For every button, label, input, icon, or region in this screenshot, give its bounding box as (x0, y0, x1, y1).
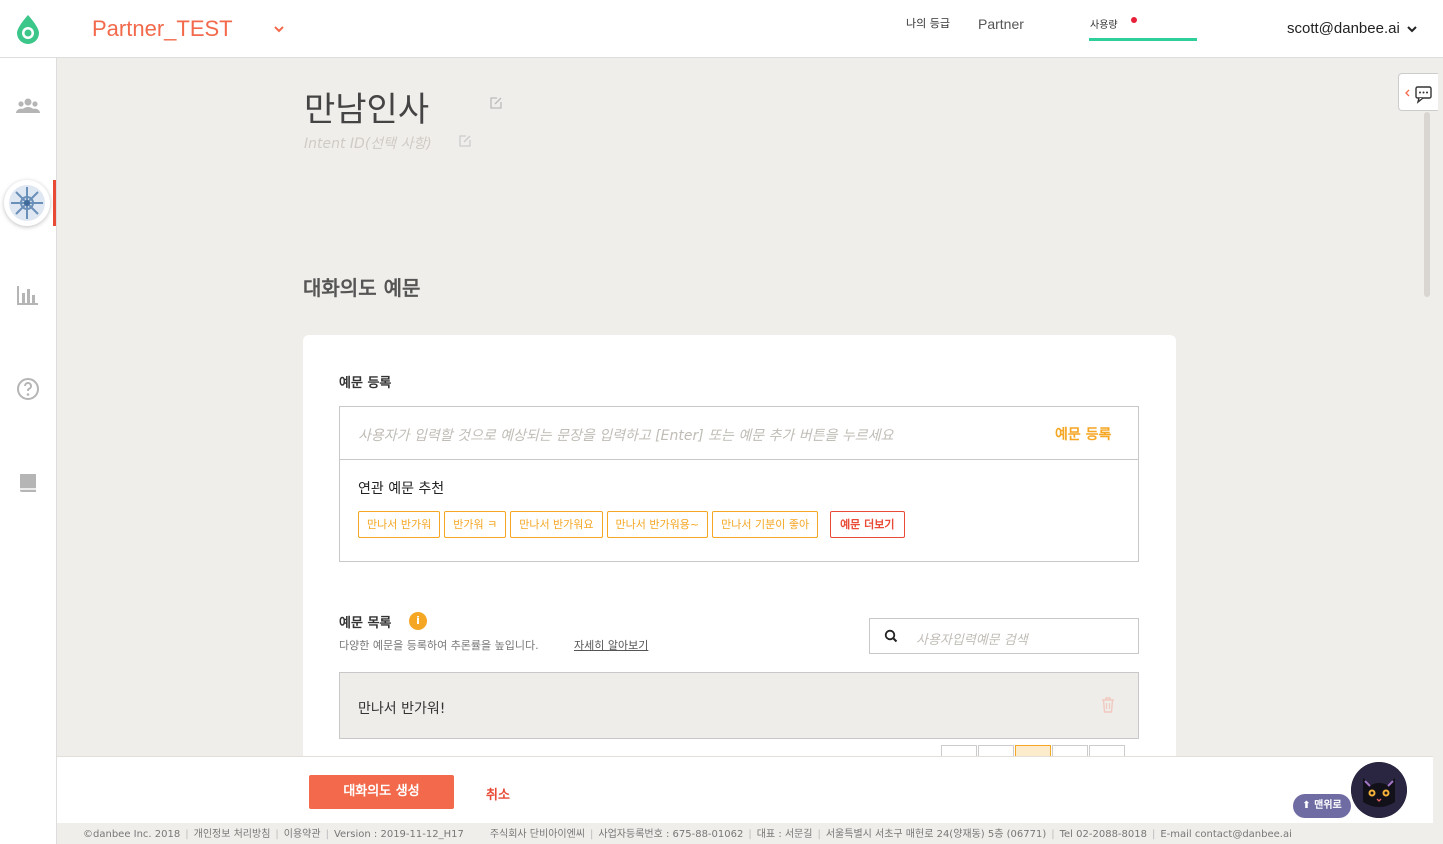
related-chip[interactable]: 반가워 ㅋ (444, 511, 507, 538)
sidebar (0, 58, 57, 844)
users-icon[interactable] (16, 94, 40, 118)
bot-avatar[interactable] (4, 180, 50, 226)
search-icon (884, 629, 898, 643)
footer-ceo: 대표 : 서문길 (756, 829, 813, 840)
project-name[interactable]: Partner_TEST (92, 16, 233, 42)
footer-business-number: 사업자등록번호 : 675-88-01062 (598, 829, 744, 840)
edit-icon[interactable] (489, 96, 503, 110)
chart-icon[interactable] (16, 283, 40, 307)
search-placeholder: 사용자입력예문 검색 (916, 633, 1028, 648)
bot-avatar-icon (9, 185, 45, 221)
nav-my-grade[interactable]: 나의 등급 (906, 15, 950, 31)
trash-icon[interactable] (1100, 696, 1116, 714)
chat-panel-toggle[interactable] (1398, 73, 1438, 111)
learn-more-link[interactable]: 자세히 알아보기 (574, 637, 648, 653)
danbee-logo-icon[interactable] (14, 14, 42, 44)
example-text[interactable]: 만나서 반가워! (358, 698, 445, 718)
user-email[interactable]: scott@danbee.ai (1287, 20, 1400, 37)
register-example-button[interactable]: 예문 등록 (1055, 424, 1111, 444)
footer-email: E-mail contact@danbee.ai (1160, 829, 1292, 840)
page-scrollbar[interactable] (1424, 112, 1430, 297)
footer-tel: Tel 02-2088-8018 (1059, 829, 1147, 840)
usage-progress-bar (1089, 38, 1197, 41)
examples-card: 예문 등록 사용자가 입력할 것으로 예상되는 문장을 입력하고 [Enter]… (303, 335, 1176, 765)
pagination (941, 744, 1126, 759)
action-bar: 대화의도 생성 취소 (57, 756, 1433, 823)
footer-copyright: ©danbee Inc. 2018 (83, 829, 181, 840)
register-label: 예문 등록 (339, 376, 392, 391)
related-chip[interactable]: 만나서 기분이 좋아 (712, 511, 819, 538)
nav-usage[interactable]: 사용량 (1090, 16, 1118, 31)
footer-version: Version : 2019-11-12_H17 (333, 829, 464, 840)
chat-icon (1405, 86, 1432, 104)
example-list-label: 예문 목록 (339, 616, 392, 631)
related-chip[interactable]: 만나서 반가워요 (510, 511, 603, 538)
example-list-item[interactable]: 만나서 반가워! (339, 672, 1139, 739)
related-chip[interactable]: 만나서 반가워 (358, 511, 441, 538)
cat-bot-icon (1351, 762, 1407, 818)
help-icon[interactable] (16, 377, 40, 401)
chatbot-launcher[interactable] (1351, 762, 1407, 818)
usage-alert-dot (1131, 17, 1137, 23)
example-list-description: 다양한 예문을 등록하여 추론률을 높입니다. (339, 639, 539, 652)
top-bar: Partner_TEST 나의 등급 Partner 사용량 scott@dan… (0, 0, 1443, 58)
more-examples-button[interactable]: 예문 더보기 (830, 511, 905, 538)
footer-company: 주식회사 단비아이엔씨 (489, 829, 586, 840)
edit-icon[interactable] (458, 134, 472, 148)
cancel-button[interactable]: 취소 (486, 784, 510, 803)
section-title: 대화의도 예문 (303, 276, 421, 300)
example-input[interactable]: 사용자가 입력할 것으로 예상되는 문장을 입력하고 [Enter] 또는 예문… (340, 407, 1138, 460)
nav-partner-grade: Partner (978, 16, 1024, 32)
scroll-to-top-button[interactable]: ⬆ 맨위로 (1293, 794, 1351, 818)
chevron-down-icon[interactable] (272, 22, 286, 36)
related-chips: 만나서 반가워 반가워 ㅋ 만나서 반가워요 만나서 반가워용~ 만나서 기분이 좋아 예… (358, 511, 905, 539)
footer: ©danbee Inc. 2018 | 개인정보 처리방침 | 이용약관 | Version… (57, 823, 1433, 844)
related-examples-title: 연관 예문 추천 (358, 481, 445, 497)
user-menu-chevron-icon[interactable] (1406, 24, 1418, 34)
example-search-input[interactable]: 사용자입력예문 검색 (869, 618, 1139, 654)
info-icon[interactable]: i (409, 612, 427, 630)
footer-privacy-link[interactable]: 개인정보 처리방침 (194, 829, 271, 840)
example-input-box: 사용자가 입력할 것으로 예상되는 문장을 입력하고 [Enter] 또는 예문… (339, 406, 1139, 562)
create-intent-button[interactable]: 대화의도 생성 (309, 775, 454, 809)
footer-address: 서울특별시 서초구 매헌로 24(양재동) 5층 (06771) (825, 829, 1047, 840)
intent-title[interactable]: 만남인사 (304, 82, 429, 131)
related-chip[interactable]: 만나서 반가워용~ (606, 511, 709, 538)
book-icon[interactable] (16, 471, 40, 495)
sidebar-active-indicator (53, 180, 56, 226)
intent-id-field[interactable]: Intent ID(선택 사항) (304, 133, 432, 153)
example-input-placeholder: 사용자가 입력할 것으로 예상되는 문장을 입력하고 [Enter] 또는 예문… (358, 428, 894, 444)
footer-terms-link[interactable]: 이용약관 (284, 829, 321, 840)
